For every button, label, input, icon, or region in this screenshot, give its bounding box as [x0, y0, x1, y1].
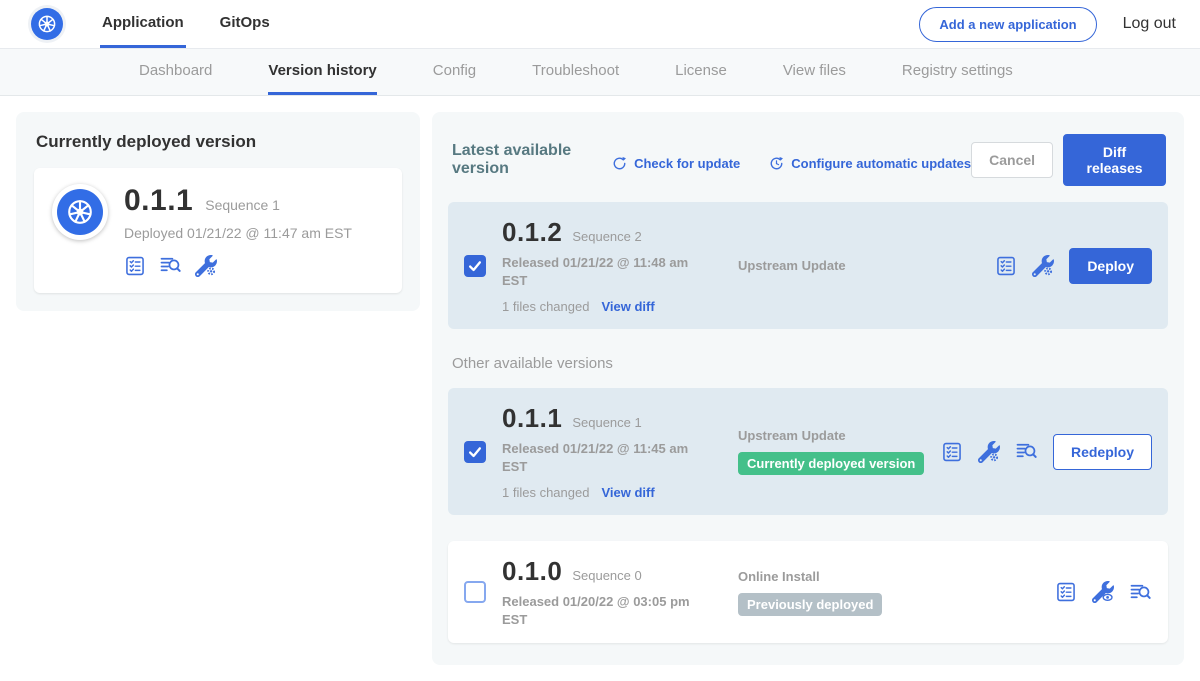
topnav-tab-gitops[interactable]: GitOps — [218, 0, 272, 48]
source-label: Online Install — [738, 569, 1055, 584]
files-changed-label: 1 files changed — [502, 299, 589, 314]
main-content: Currently deployed version 0.1.1 Sequenc… — [0, 96, 1200, 681]
tab-troubleshoot[interactable]: Troubleshoot — [532, 49, 619, 95]
other-versions-title: Other available versions — [452, 355, 1168, 372]
deployed-version-card: 0.1.1 Sequence 1 Deployed 01/21/22 @ 11:… — [34, 168, 402, 293]
deployed-version-info: 0.1.1 Sequence 1 Deployed 01/21/22 @ 11:… — [124, 184, 352, 277]
wrench-gear-icon[interactable] — [1032, 255, 1054, 277]
tab-registry-settings[interactable]: Registry settings — [902, 49, 1013, 95]
row-actions: Deploy — [995, 248, 1152, 284]
row-actions: Redeploy — [941, 434, 1152, 470]
deployed-card-title: Currently deployed version — [36, 132, 402, 152]
check-for-update-label: Check for update — [634, 156, 740, 171]
add-application-button[interactable]: Add a new application — [919, 7, 1096, 42]
version-number: 0.1.2 — [502, 217, 562, 248]
checklist-icon[interactable] — [124, 255, 146, 277]
diff-logs-icon[interactable] — [159, 254, 182, 277]
wrench-eye-icon[interactable] — [1092, 581, 1114, 603]
released-timestamp: Released 01/21/22 @ 11:45 am EST — [502, 440, 700, 475]
diff-logs-icon[interactable] — [1129, 581, 1152, 604]
previously-deployed-badge: Previously deployed — [738, 593, 882, 616]
checklist-icon[interactable] — [941, 441, 963, 463]
currently-deployed-badge: Currently deployed version — [738, 452, 924, 475]
version-info: 0.1.1 Sequence 1 Released 01/21/22 @ 11:… — [502, 403, 704, 500]
currently-deployed-card: Currently deployed version 0.1.1 Sequenc… — [16, 112, 420, 311]
panel-header: Latest available version Check for updat… — [452, 134, 1166, 186]
wrench-gear-icon[interactable] — [195, 255, 217, 277]
tab-view-files[interactable]: View files — [783, 49, 846, 95]
sequence-label: Sequence 2 — [572, 229, 641, 244]
deploy-button[interactable]: Deploy — [1069, 248, 1152, 284]
version-number: 0.1.0 — [502, 556, 562, 587]
configure-updates-label: Configure automatic updates — [791, 156, 971, 171]
deployed-timestamp: Deployed 01/21/22 @ 11:47 am EST — [124, 225, 352, 241]
kubernetes-icon — [57, 189, 103, 235]
released-timestamp: Released 01/21/22 @ 11:48 am EST — [502, 254, 700, 289]
row-actions — [1055, 581, 1152, 604]
topnav-tab-application[interactable]: Application — [100, 0, 186, 48]
checklist-icon[interactable] — [1055, 581, 1077, 603]
deployed-sequence-label: Sequence 1 — [205, 197, 280, 213]
top-navbar: Application GitOps Add a new application… — [0, 0, 1200, 49]
redeploy-button[interactable]: Redeploy — [1053, 434, 1152, 470]
topnav-right: Add a new application Log out — [919, 0, 1176, 48]
version-source: Upstream Update — [738, 258, 995, 273]
configure-updates-link[interactable]: Configure automatic updates — [768, 155, 971, 172]
app-logo-large — [52, 184, 108, 240]
version-source: Online Install Previously deployed — [738, 569, 1055, 616]
tab-license[interactable]: License — [675, 49, 727, 95]
version-history-panel: Latest available version Check for updat… — [432, 112, 1184, 665]
files-changed-label: 1 files changed — [502, 485, 589, 500]
app-subnav: Dashboard Version history Config Trouble… — [0, 49, 1200, 96]
refresh-icon — [611, 155, 628, 172]
tab-dashboard[interactable]: Dashboard — [139, 49, 212, 95]
kubernetes-icon — [31, 8, 63, 40]
deployed-actions — [124, 254, 352, 277]
topnav-tabs: Application GitOps — [100, 0, 272, 48]
version-checkbox[interactable] — [464, 441, 486, 463]
sequence-label: Sequence 0 — [572, 568, 641, 583]
version-number: 0.1.1 — [502, 403, 562, 434]
source-label: Upstream Update — [738, 428, 941, 443]
check-for-update-link[interactable]: Check for update — [611, 155, 740, 172]
view-diff-link[interactable]: View diff — [601, 485, 654, 500]
released-timestamp: Released 01/20/22 @ 03:05 pm EST — [502, 593, 700, 628]
version-row-0-1-1: 0.1.1 Sequence 1 Released 01/21/22 @ 11:… — [448, 388, 1168, 515]
version-info: 0.1.0 Sequence 0 Released 01/20/22 @ 03:… — [502, 556, 704, 628]
wrench-gear-icon[interactable] — [978, 441, 1000, 463]
deployed-version-number: 0.1.1 — [124, 184, 193, 218]
logout-link[interactable]: Log out — [1123, 15, 1176, 33]
version-source: Upstream Update Currently deployed versi… — [738, 428, 941, 475]
version-info: 0.1.2 Sequence 2 Released 01/21/22 @ 11:… — [502, 217, 704, 314]
checklist-icon[interactable] — [995, 255, 1017, 277]
view-diff-link[interactable]: View diff — [601, 299, 654, 314]
version-row-0-1-0: 0.1.0 Sequence 0 Released 01/20/22 @ 03:… — [448, 541, 1168, 643]
latest-available-title: Latest available version — [452, 142, 597, 178]
app-logo — [28, 5, 66, 43]
diff-releases-button[interactable]: Diff releases — [1063, 134, 1166, 186]
version-checkbox[interactable] — [464, 581, 486, 603]
clock-refresh-icon — [768, 155, 785, 172]
tab-config[interactable]: Config — [433, 49, 476, 95]
sequence-label: Sequence 1 — [572, 415, 641, 430]
source-label: Upstream Update — [738, 258, 995, 273]
tab-version-history[interactable]: Version history — [268, 49, 376, 95]
diff-logs-icon[interactable] — [1015, 440, 1038, 463]
version-checkbox[interactable] — [464, 255, 486, 277]
version-row-0-1-2: 0.1.2 Sequence 2 Released 01/21/22 @ 11:… — [448, 202, 1168, 329]
cancel-button[interactable]: Cancel — [971, 142, 1053, 178]
